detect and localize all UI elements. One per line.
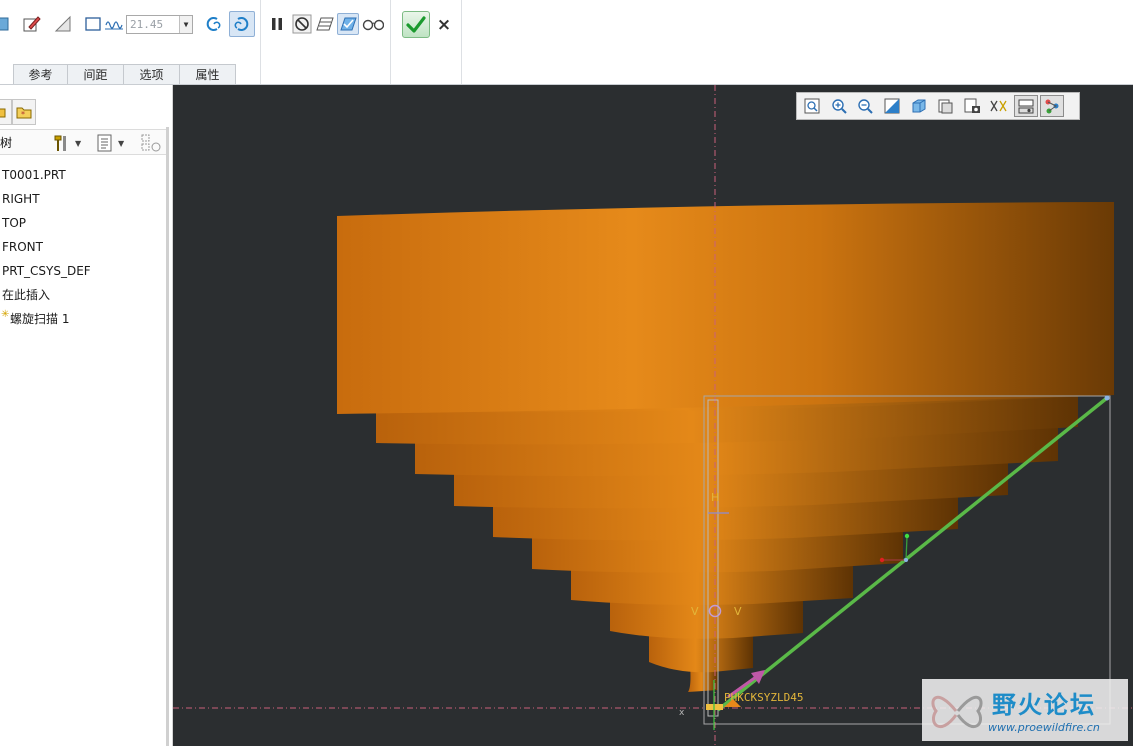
chevron-down-icon[interactable]: ▼ xyxy=(75,139,81,148)
model-tree-header: 树 ▼ ▼ xyxy=(0,129,168,155)
graphics-viewport[interactable]: H V V PHKCKSYZLD45 x 野火论坛 www.proewildfi… xyxy=(173,85,1133,746)
show-list-icon[interactable]: ▼ xyxy=(96,133,124,153)
svg-text:*: * xyxy=(21,110,25,119)
trajectory-end-point[interactable] xyxy=(1104,395,1110,401)
tree-item-label: TOP xyxy=(2,216,27,230)
navigator-panel: * 树 ▼ ▼ T0001.PRT RIGHT TOP FRONT PRT_CS… xyxy=(0,85,173,746)
ribbon-separator xyxy=(260,0,261,84)
annotation-display-icon[interactable] xyxy=(987,95,1011,117)
model-tree-tab-icon[interactable] xyxy=(0,99,12,125)
tab-options[interactable]: 选项 xyxy=(123,64,180,84)
close-icon: × xyxy=(436,15,452,35)
tree-filter-icon[interactable] xyxy=(140,133,162,153)
datum-display-icon[interactable] xyxy=(1013,95,1038,117)
left-hand-icon[interactable] xyxy=(202,13,224,35)
tree-item-label: PRT_CSYS_DEF xyxy=(2,264,91,278)
sketch-pencil-icon[interactable] xyxy=(20,13,42,35)
tree-item-label: 螺旋扫描 1 xyxy=(10,312,70,326)
v-constraint-label-left: V xyxy=(691,605,699,618)
folder-tab-icon[interactable]: * xyxy=(12,99,36,125)
tab-references[interactable]: 参考 xyxy=(13,64,68,84)
no-preview-icon[interactable] xyxy=(291,13,313,35)
app-window: 21.45 ▼ × 参考 间距 选项 属性 * 树 ▼ ▼ T0001.PRT … xyxy=(0,0,1133,746)
tree-item-top[interactable]: TOP xyxy=(0,211,166,235)
tree-item-part[interactable]: T0001.PRT xyxy=(0,163,166,187)
model-tree: T0001.PRT RIGHT TOP FRONT PRT_CSYS_DEF 在… xyxy=(0,163,166,331)
ok-button[interactable] xyxy=(402,11,430,38)
pause-icon[interactable] xyxy=(266,13,288,35)
helical-sweep-body xyxy=(337,202,1114,692)
panel-splitter[interactable] xyxy=(166,127,169,746)
tree-settings-icon[interactable]: ▼ xyxy=(52,133,81,153)
refit-icon[interactable] xyxy=(800,95,824,117)
x-axis-label: x xyxy=(679,708,685,718)
display-style-icon[interactable] xyxy=(907,95,931,117)
watermark: 野火论坛 www.proewildfire.cn xyxy=(922,679,1128,741)
tree-item-label: FRONT xyxy=(2,240,43,254)
spin-center-icon[interactable] xyxy=(1040,95,1065,117)
watermark-url: www.proewildfire.cn xyxy=(988,721,1100,734)
pitch-value-text: 21.45 xyxy=(130,18,164,31)
tree-item-insert-here[interactable]: 在此插入 xyxy=(0,283,166,307)
verify-preview-icon[interactable] xyxy=(337,13,359,35)
tree-item-csys[interactable]: PRT_CSYS_DEF xyxy=(0,259,166,283)
cancel-button[interactable]: × xyxy=(434,14,454,36)
tree-item-helical-sweep[interactable]: ✳ 螺旋扫描 1 xyxy=(0,307,166,331)
check-icon xyxy=(406,15,426,33)
chevron-down-icon[interactable]: ▼ xyxy=(118,139,124,148)
tab-properties[interactable]: 属性 xyxy=(179,64,236,84)
ribbon-separator xyxy=(461,0,462,84)
graphics-toolbar xyxy=(796,92,1080,120)
saved-views-icon[interactable] xyxy=(933,95,957,117)
h-constraint-label: H xyxy=(711,491,719,504)
zoom-in-icon[interactable] xyxy=(827,95,851,117)
v-constraint-label-right: V xyxy=(734,605,742,618)
glasses-icon[interactable] xyxy=(362,13,384,35)
watermark-title: 野火论坛 xyxy=(992,691,1096,719)
repaint-icon[interactable] xyxy=(880,95,904,117)
zoom-out-icon[interactable] xyxy=(853,95,877,117)
view-manager-icon[interactable] xyxy=(960,95,984,117)
new-feature-icon: ✳ xyxy=(1,309,10,320)
model-tree-title: 树 xyxy=(0,136,13,150)
right-hand-icon[interactable] xyxy=(229,11,255,37)
tree-item-label: T0001.PRT xyxy=(2,168,66,182)
surface-icon[interactable] xyxy=(0,13,12,35)
chevron-down-icon[interactable]: ▼ xyxy=(179,16,192,33)
tree-item-right[interactable]: RIGHT xyxy=(0,187,166,211)
tab-spacing[interactable]: 间距 xyxy=(67,64,124,84)
tree-item-label: RIGHT xyxy=(2,192,40,206)
tree-item-label: 在此插入 xyxy=(2,288,51,302)
profile-rect-icon[interactable] xyxy=(82,13,104,35)
ribbon-separator xyxy=(390,0,391,84)
geometry-preview-icon[interactable] xyxy=(314,13,336,35)
dashboard-tabs: 参考 间距 选项 属性 xyxy=(13,64,236,84)
pitch-value-input[interactable]: 21.45 ▼ xyxy=(126,15,193,34)
pitch-icon[interactable] xyxy=(103,13,125,35)
tree-item-front[interactable]: FRONT xyxy=(0,235,166,259)
model-scene: H V V PHKCKSYZLD45 x xyxy=(173,85,1133,746)
thin-icon[interactable] xyxy=(52,13,74,35)
butterfly-logo-icon xyxy=(931,695,983,729)
ribbon-dashboard: 21.45 ▼ × 参考 间距 选项 属性 xyxy=(0,0,1133,85)
